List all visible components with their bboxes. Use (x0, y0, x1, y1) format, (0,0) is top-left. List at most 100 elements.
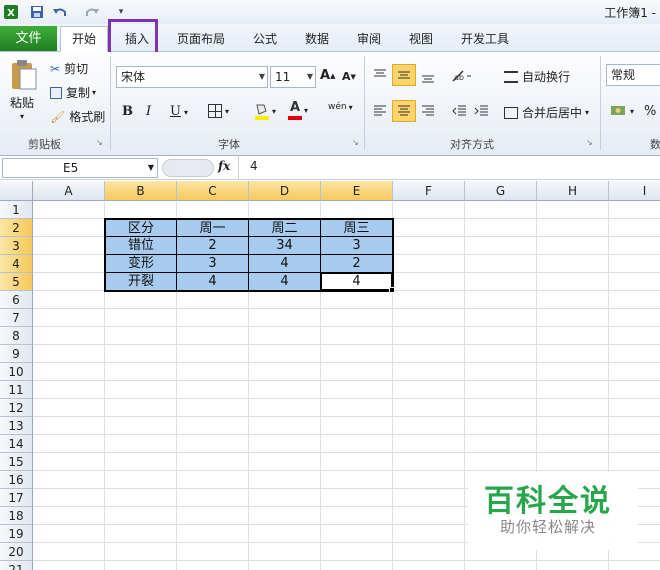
tab-data[interactable]: 数据 (305, 30, 329, 48)
row-header-20[interactable]: 20 (0, 543, 33, 561)
row-header-11[interactable]: 11 (0, 381, 33, 399)
shrink-font-icon[interactable]: A ▼ (342, 70, 356, 83)
column-header-d[interactable]: D (249, 181, 321, 201)
undo-icon[interactable] (50, 3, 72, 21)
row-header-15[interactable]: 15 (0, 453, 33, 471)
table-cell[interactable]: 开裂 (105, 273, 177, 291)
formula-bar-splitter[interactable] (162, 159, 214, 177)
italic-button[interactable]: I (146, 104, 151, 119)
tab-view[interactable]: 视图 (409, 30, 433, 48)
table-cell[interactable]: 4 (321, 273, 393, 291)
row-header-19[interactable]: 19 (0, 525, 33, 543)
tab-home[interactable]: 开始 (60, 26, 108, 53)
increase-indent-icon[interactable] (474, 104, 490, 118)
table-cell[interactable]: 4 (249, 255, 321, 273)
table-cell[interactable]: 区分 (105, 219, 177, 237)
currency-format-icon[interactable]: ▾ (610, 104, 634, 118)
fill-color-button[interactable]: ▾ (254, 102, 276, 120)
bold-button[interactable]: B (122, 104, 133, 119)
underline-dropdown-icon[interactable]: ▾ (184, 108, 188, 117)
row-header-10[interactable]: 10 (0, 363, 33, 381)
row-header-1[interactable]: 1 (0, 201, 33, 219)
copy-button[interactable]: 复制 ▾ (50, 84, 96, 101)
borders-button[interactable]: ▾ (208, 104, 229, 118)
column-header-h[interactable]: H (537, 181, 609, 201)
table-cell[interactable]: 周一 (177, 219, 249, 237)
tab-developer[interactable]: 开发工具 (461, 30, 509, 48)
table-cell[interactable]: 周二 (249, 219, 321, 237)
number-format-select[interactable]: 常规 (606, 64, 660, 86)
row-header-4[interactable]: 4 (0, 255, 33, 273)
font-launcher-icon[interactable]: ↘ (352, 138, 359, 147)
font-color-button[interactable]: A ▾ (288, 100, 308, 120)
decrease-indent-icon[interactable] (452, 104, 468, 118)
clipboard-launcher-icon[interactable]: ↘ (96, 138, 103, 147)
column-header-i[interactable]: I (609, 181, 660, 201)
name-box[interactable]: E5 ▼ (2, 158, 158, 178)
paste-button[interactable]: 粘贴 (10, 94, 34, 111)
table-cell[interactable]: 34 (249, 237, 321, 255)
column-header-e[interactable]: E (321, 181, 393, 201)
row-header-9[interactable]: 9 (0, 345, 33, 363)
formula-input[interactable]: 4 (250, 159, 258, 173)
tab-formulas[interactable]: 公式 (253, 30, 277, 48)
grow-font-icon[interactable]: A ▲ (320, 68, 335, 83)
table-cell[interactable]: 错位 (105, 237, 177, 255)
font-size-select[interactable]: 11 ▼ (270, 66, 316, 88)
text-orientation-icon[interactable]: ab (450, 68, 472, 84)
row-header-6[interactable]: 6 (0, 291, 33, 309)
font-name-select[interactable]: 宋体 ▼ (116, 66, 268, 88)
wrap-text-button[interactable]: 自动换行 (504, 68, 570, 85)
align-center-icon[interactable] (392, 100, 416, 122)
column-header-a[interactable]: A (33, 181, 105, 201)
row-header-5[interactable]: 5 (0, 273, 33, 291)
save-icon[interactable] (28, 3, 46, 21)
underline-button[interactable]: U (170, 104, 181, 119)
format-painter-button[interactable]: 🖌 格式刷 (50, 108, 105, 125)
row-header-8[interactable]: 8 (0, 327, 33, 345)
table-cell[interactable]: 4 (177, 273, 249, 291)
row-header-3[interactable]: 3 (0, 237, 33, 255)
align-top-icon[interactable] (372, 68, 388, 82)
merge-center-button[interactable]: 合并后居中 ▾ (504, 104, 589, 121)
column-header-c[interactable]: C (177, 181, 249, 201)
row-header-13[interactable]: 13 (0, 417, 33, 435)
table-cell[interactable]: 变形 (105, 255, 177, 273)
copy-dropdown-icon[interactable]: ▾ (92, 88, 96, 97)
tab-file[interactable]: 文件 (0, 26, 57, 51)
table-cell[interactable]: 3 (177, 255, 249, 273)
row-header-12[interactable]: 12 (0, 399, 33, 417)
tab-review[interactable]: 审阅 (357, 30, 381, 48)
row-header-17[interactable]: 17 (0, 489, 33, 507)
column-header-b[interactable]: B (105, 181, 177, 201)
paste-icon[interactable] (8, 58, 40, 92)
table-cell[interactable]: 2 (321, 255, 393, 273)
row-header-7[interactable]: 7 (0, 309, 33, 327)
phonetic-guide-button[interactable]: wén ▾ (328, 102, 353, 112)
table-cell[interactable]: 周三 (321, 219, 393, 237)
alignment-launcher-icon[interactable]: ↘ (586, 138, 593, 147)
align-bottom-icon[interactable] (420, 70, 436, 84)
row-header-21[interactable]: 21 (0, 561, 33, 570)
row-header-14[interactable]: 14 (0, 435, 33, 453)
align-left-icon[interactable] (372, 104, 388, 118)
row-header-16[interactable]: 16 (0, 471, 33, 489)
row-header-2[interactable]: 2 (0, 219, 33, 237)
tab-page-layout[interactable]: 页面布局 (177, 30, 225, 48)
column-header-g[interactable]: G (465, 181, 537, 201)
fill-handle[interactable] (389, 287, 395, 293)
insert-function-icon[interactable]: fx (218, 159, 230, 173)
redo-icon[interactable] (80, 3, 102, 21)
font-color-icon: A (288, 100, 302, 120)
table-cell[interactable]: 3 (321, 237, 393, 255)
table-cell[interactable]: 4 (249, 273, 321, 291)
column-header-f[interactable]: F (393, 181, 465, 201)
paste-dropdown-icon[interactable]: ▾ (20, 112, 24, 121)
align-middle-icon[interactable] (392, 64, 416, 86)
select-all-corner[interactable] (0, 181, 33, 201)
cut-button[interactable]: ✂ 剪切 (50, 60, 88, 77)
align-right-icon[interactable] (420, 104, 436, 118)
percent-style-button[interactable]: % (644, 104, 656, 119)
table-cell[interactable]: 2 (177, 237, 249, 255)
row-header-18[interactable]: 18 (0, 507, 33, 525)
